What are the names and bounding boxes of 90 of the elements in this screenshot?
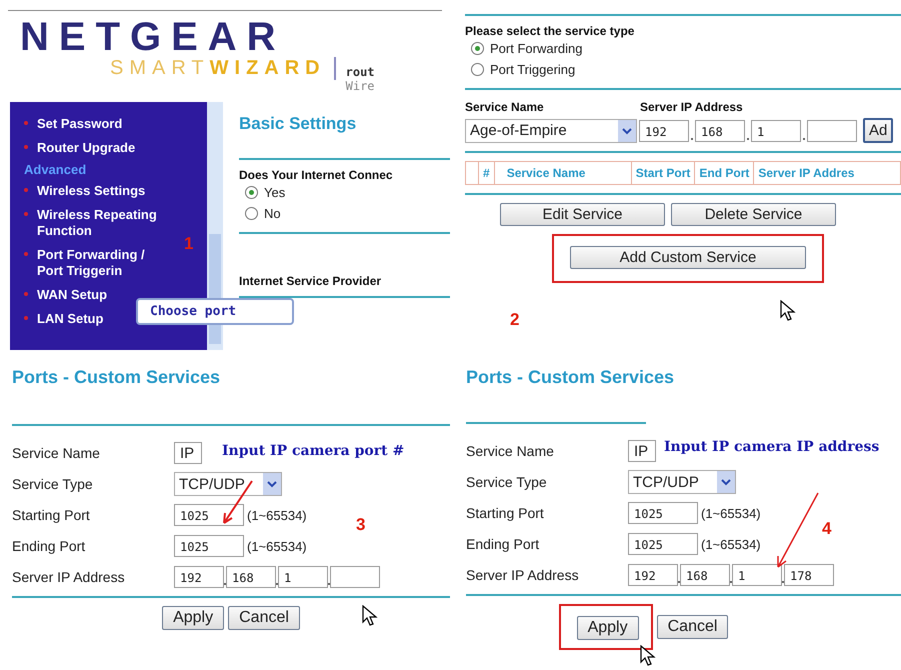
field-label: Server IP Address	[640, 100, 743, 114]
radio-icon[interactable]	[245, 207, 258, 220]
port-field[interactable]: 1025	[628, 533, 698, 555]
page-title: Ports - Custom Services	[12, 367, 222, 388]
field-label: Service Type	[12, 476, 94, 492]
field-label: Server IP Address	[12, 569, 126, 585]
radio-option[interactable]: No	[239, 203, 450, 224]
dropdown-icon[interactable]	[717, 471, 735, 493]
ip-octet-field[interactable]: 168	[695, 120, 745, 142]
cursor-icon	[362, 605, 378, 627]
brand-logo: NETGEAR	[20, 17, 287, 57]
add-button[interactable]: Ad	[863, 118, 894, 143]
menu-item[interactable]: Wireless Repeating Function	[24, 205, 170, 245]
column-header: End Port	[694, 162, 754, 184]
ip-octet-field[interactable]: 192	[628, 564, 678, 586]
ip-octet-field[interactable]: 178	[784, 564, 834, 586]
column-header: Server IP Addres	[753, 162, 858, 184]
column-header: #	[478, 162, 494, 184]
ip-octet-field[interactable]: 168	[226, 566, 276, 588]
ip-octet-field[interactable]: 192	[639, 120, 689, 142]
annotation-text: Input IP camera port #	[222, 443, 404, 459]
ip-octet-field[interactable]: 1	[751, 120, 801, 142]
service-button[interactable]: Edit Service	[500, 203, 665, 226]
service-type-select[interactable]: TCP/UDP	[174, 472, 282, 496]
ip-octet-field[interactable]	[807, 120, 857, 142]
radio-option[interactable]: Port Forwarding	[465, 38, 901, 59]
radio-icon[interactable]	[245, 186, 258, 199]
radio-option[interactable]: Yes	[239, 182, 450, 203]
range-hint: (1~65534)	[701, 536, 761, 552]
wizard-text: WIZARD	[210, 57, 336, 80]
menu-item[interactable]: Set Password	[24, 114, 122, 138]
ip-octet-field[interactable]: 192	[174, 566, 224, 588]
field-label: Ending Port	[12, 538, 86, 554]
service-button[interactable]: Delete Service	[671, 203, 836, 226]
prompt-text: Please select the service type	[465, 24, 636, 38]
menu-item[interactable]: WAN Setup	[24, 285, 108, 309]
field-label: Starting Port	[12, 507, 91, 523]
tagline-text: Wire	[346, 79, 375, 93]
ip-octet-field[interactable]: 1	[278, 566, 328, 588]
field-label: Server IP Address	[466, 567, 580, 583]
step-number: 4	[822, 519, 832, 539]
port-field[interactable]: 1025	[174, 504, 244, 526]
form-button[interactable]: Apply	[576, 616, 639, 640]
question-text: Does Your Internet Connec	[239, 168, 394, 182]
form-button[interactable]: Cancel	[656, 615, 728, 639]
radio-icon[interactable]	[471, 63, 484, 76]
menu-item[interactable]: Wireless Settings	[24, 181, 146, 205]
field-label: Service Name	[466, 443, 555, 459]
radio-icon[interactable]	[471, 42, 484, 55]
column-header: Start Port	[630, 162, 694, 184]
add-custom-service-button[interactable]: Add Custom Service	[570, 246, 806, 269]
menu-item[interactable]: Router Upgrade	[24, 138, 136, 162]
field-label: Ending Port	[466, 536, 540, 552]
column-header: Service Name	[494, 162, 631, 184]
cursor-icon	[640, 645, 656, 667]
step-number: 3	[356, 515, 366, 535]
ip-octet-field[interactable]: 1	[732, 564, 782, 586]
port-field[interactable]: 1025	[628, 502, 698, 524]
range-hint: (1~65534)	[701, 506, 761, 520]
menu-item[interactable]: LAN Setup	[24, 309, 104, 333]
section-label: Internet Service Provider	[239, 274, 382, 288]
field-label: Service Type	[466, 474, 548, 490]
form-button[interactable]: Cancel	[228, 606, 300, 630]
ip-octet-field[interactable]	[330, 566, 380, 588]
field-label: Starting Port	[466, 505, 545, 521]
range-hint: (1~65534)	[247, 538, 307, 554]
annotation-text: Input IP camera IP address	[664, 439, 880, 455]
radio-option[interactable]: Port Triggering	[465, 59, 901, 80]
menu-item[interactable]: Port Forwarding / Port Triggerin	[24, 245, 170, 285]
service-select[interactable]: Age-of-Empire	[465, 118, 637, 142]
menu-section-label: Advanced	[23, 162, 88, 179]
port-field[interactable]: 1025	[174, 535, 244, 557]
field-label: Service Name	[465, 100, 545, 114]
choose-port-tooltip: Choose port	[136, 298, 294, 325]
ip-octet-field[interactable]: 168	[680, 564, 730, 586]
step-number: 2	[510, 310, 520, 330]
dropdown-icon[interactable]	[618, 120, 636, 142]
page-title: Basic Settings	[239, 114, 358, 134]
dropdown-icon[interactable]	[263, 473, 281, 495]
step-number: 1	[184, 234, 194, 254]
page-title: Ports - Custom Services	[466, 367, 676, 388]
cursor-icon	[780, 300, 796, 322]
field-label: Service Name	[12, 445, 101, 461]
service-name-field[interactable]: IP	[628, 440, 656, 462]
tagline-text: rout	[346, 65, 375, 79]
form-button[interactable]: Apply	[162, 606, 224, 630]
range-hint: (1~65534)	[247, 508, 307, 522]
service-name-field[interactable]: IP	[174, 442, 202, 464]
smart-text: SMART	[110, 57, 210, 80]
service-type-select[interactable]: TCP/UDP	[628, 470, 736, 494]
